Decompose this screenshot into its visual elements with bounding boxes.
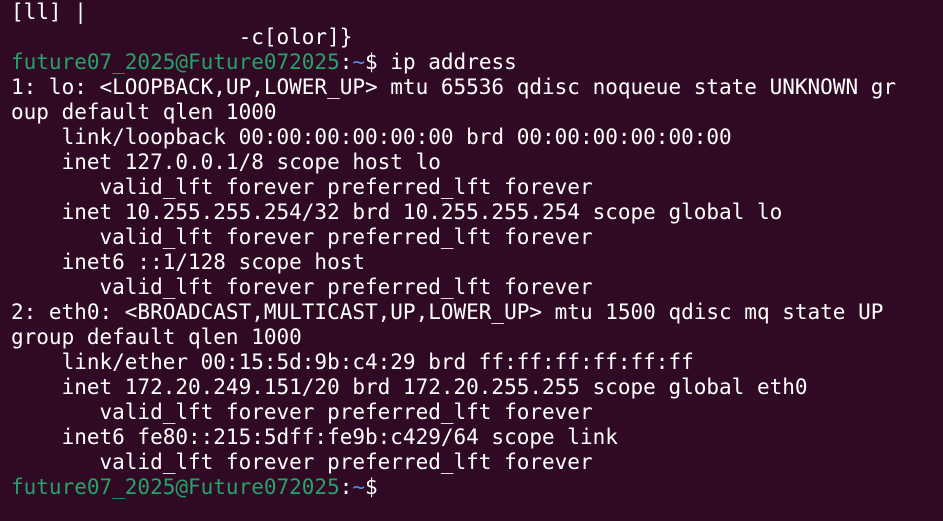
output-line: link/loopback 00:00:00:00:00:00 brd 00:0…: [11, 125, 732, 149]
output-line: -c[olor]}: [11, 25, 353, 49]
output-line: valid_lft forever preferred_lft forever: [11, 175, 593, 199]
text-cursor[interactable]: [378, 477, 390, 498]
output-line: valid_lft forever preferred_lft forever: [11, 450, 593, 474]
output-line: inet6 ::1/128 scope host: [11, 250, 366, 274]
output-line: inet 10.255.255.254/32 brd 10.255.255.25…: [11, 200, 783, 224]
output-line: inet6 fe80::215:5dff:fe9b:c429/64 scope …: [11, 425, 618, 449]
output-line: group default qlen 1000: [11, 325, 302, 349]
prompt-user-host: future07_2025@Future072025: [11, 50, 340, 74]
output-line: inet 127.0.0.1/8 scope host lo: [11, 150, 441, 174]
prompt-dollar: $: [365, 50, 391, 74]
terminal-window[interactable]: [ll] | -c[olor]} future07_2025@Future072…: [0, 0, 943, 521]
prompt-dollar: $: [365, 475, 378, 499]
prompt-colon: :: [339, 50, 353, 74]
output-line: inet 172.20.249.151/20 brd 172.20.255.25…: [11, 375, 808, 399]
prompt-path: ~: [352, 475, 366, 499]
prompt-colon: :: [339, 475, 353, 499]
output-line: link/ether 00:15:5d:9b:c4:29 brd ff:ff:f…: [11, 350, 694, 374]
output-line: valid_lft forever preferred_lft forever: [11, 400, 593, 424]
prompt-user-host: future07_2025@Future072025: [11, 475, 340, 499]
output-line: valid_lft forever preferred_lft forever: [11, 225, 593, 249]
prompt-path: ~: [352, 50, 366, 74]
output-line: oup default qlen 1000: [11, 100, 277, 124]
output-line: 1: lo: <LOOPBACK,UP,LOWER_UP> mtu 65536 …: [11, 75, 897, 99]
prompt-line[interactable]: future07_2025@Future072025:~$: [11, 475, 943, 500]
prompt-line: future07_2025@Future072025:~$ ip address: [11, 50, 943, 75]
output-line: valid_lft forever preferred_lft forever: [11, 275, 593, 299]
command-text: ip address: [390, 50, 517, 74]
output-line: 2: eth0: <BROADCAST,MULTICAST,UP,LOWER_U…: [11, 300, 884, 324]
output-line: [ll] |: [11, 0, 87, 24]
